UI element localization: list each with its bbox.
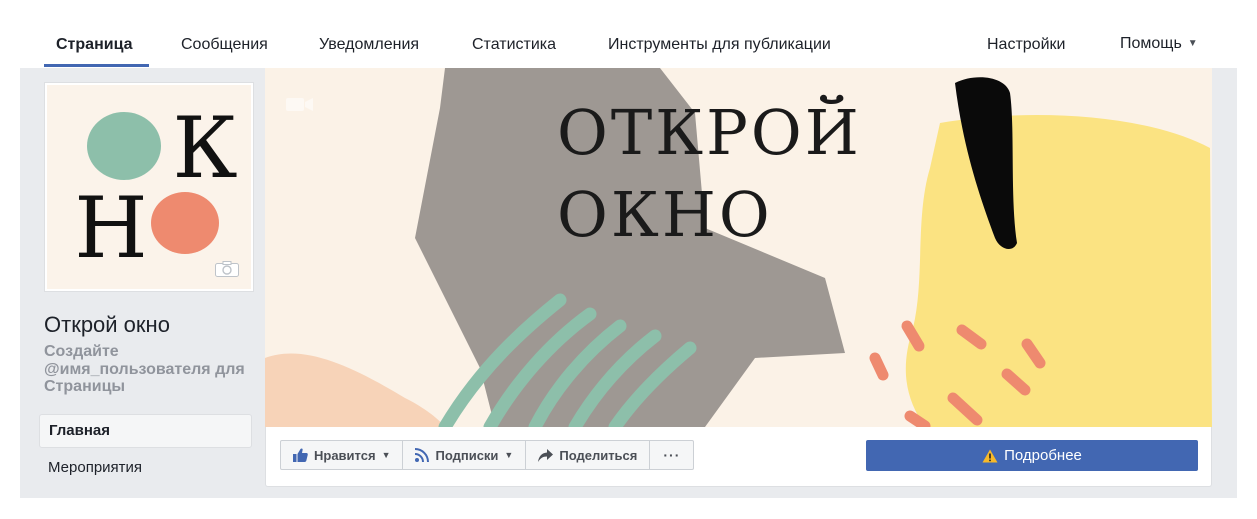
cover-photo[interactable]: ОТКРОЙ ОКНО <box>265 68 1212 427</box>
like-button[interactable]: Нравится ▼ <box>280 440 404 470</box>
caret-down-icon: ▼ <box>381 450 391 460</box>
rss-icon <box>415 448 430 462</box>
learn-more-label: Подробнее <box>1004 447 1082 464</box>
tab-statistics[interactable]: Статистика <box>472 36 556 54</box>
follow-button[interactable]: Подписки ▼ <box>402 440 527 470</box>
help-menu[interactable]: Помощь ▼ <box>1120 35 1198 53</box>
profile-logo: К Н <box>47 85 251 289</box>
peach-shape <box>265 353 445 427</box>
sidebar-item-events[interactable]: Мероприятия <box>39 451 252 485</box>
logo-green-circle <box>87 112 161 180</box>
share-label: Поделиться <box>559 447 638 463</box>
yellow-shape <box>905 115 1212 427</box>
sidebar-item-home[interactable]: Главная <box>39 414 252 448</box>
logo-letter: К <box>172 99 237 197</box>
create-username-link[interactable]: Создайте @имя_пользователя для Страницы <box>44 343 259 396</box>
profile-picture[interactable]: К Н <box>44 82 254 292</box>
page-action-buttons: Нравится ▼ Подписки ▼ Поделиться ··· <box>280 440 695 472</box>
cover-artwork: ОТКРОЙ ОКНО <box>265 68 1212 427</box>
caret-down-icon: ▼ <box>504 450 514 460</box>
video-icon[interactable] <box>286 98 313 111</box>
cover-headline-line1: ОТКРОЙ <box>557 95 862 169</box>
share-arrow-icon <box>538 448 554 462</box>
cover-headline-line2: ОКНО <box>557 178 773 251</box>
more-options-button[interactable]: ··· <box>649 440 695 470</box>
tab-settings[interactable]: Настройки <box>987 36 1065 54</box>
thumbs-up-icon <box>293 448 308 462</box>
share-button[interactable]: Поделиться <box>525 440 651 470</box>
logo-letter: Н <box>74 179 147 277</box>
follow-label: Подписки <box>435 447 499 463</box>
page-top-nav: Страница Сообщения Уведомления Статистик… <box>0 0 1257 68</box>
camera-icon[interactable] <box>215 261 239 277</box>
logo-coral-circle <box>151 192 219 254</box>
like-label: Нравится <box>314 447 376 463</box>
help-label: Помощь <box>1120 35 1182 52</box>
tab-publishing-tools[interactable]: Инструменты для публикации <box>608 36 831 54</box>
learn-more-button[interactable]: Подробнее <box>866 440 1198 471</box>
chevron-down-icon: ▼ <box>1187 38 1198 49</box>
page-title: Открой окно <box>44 312 170 337</box>
tab-messages[interactable]: Сообщения <box>181 36 268 54</box>
page-action-bar: Нравится ▼ Подписки ▼ Поделиться ··· Под… <box>265 427 1212 487</box>
warning-icon <box>982 449 998 462</box>
active-tab-indicator <box>44 64 149 67</box>
tab-notifications[interactable]: Уведомления <box>319 36 419 54</box>
tab-page[interactable]: Страница <box>56 36 133 54</box>
